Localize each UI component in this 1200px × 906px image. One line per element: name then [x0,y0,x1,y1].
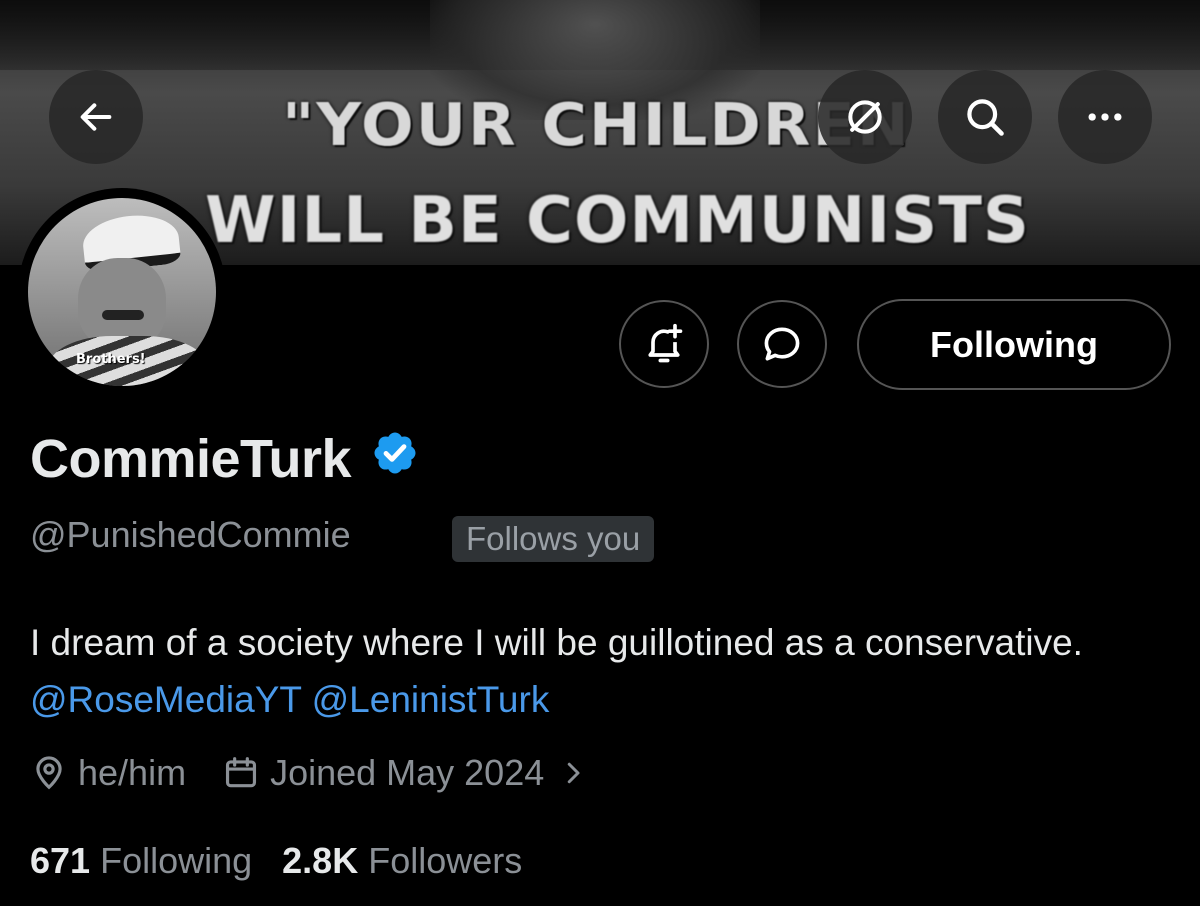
bio-text: I dream of a society where I will be gui… [30,622,1083,663]
banner-text-line2: WILL BE COMMUNISTS [205,184,1030,258]
profile-meta: he/him Joined May 2024 [30,752,624,794]
grok-icon [848,100,882,134]
following-label: Following [100,840,253,881]
chevron-right-icon [568,762,580,784]
avatar-image: Brothers! [28,198,216,386]
message-button[interactable] [737,300,827,388]
handle: @PunishedCommie [30,514,351,555]
bio-mention-rosemediayt[interactable]: @RoseMediaYT [30,679,301,720]
pronouns-item: he/him [30,752,186,794]
bio: I dream of a society where I will be gui… [30,614,1170,728]
bio-mention-leninistturk[interactable]: @LeninistTurk [312,679,550,720]
avatar-caption: Brothers! [76,352,146,367]
avatar-mustache [102,310,144,320]
pronouns: he/him [78,752,187,793]
avatar-face [78,258,166,348]
grok-button[interactable] [818,70,912,164]
calendar-icon [226,757,257,788]
chat-bubble-icon [764,327,800,361]
search-button[interactable] [938,70,1032,164]
display-name: CommieTurk [30,429,352,489]
search-icon [967,99,1004,136]
bell-plus-icon [648,323,683,363]
follow-counts: 671 Following 2.8K Followers [30,840,552,882]
joined-item[interactable]: Joined May 2024 [222,752,588,794]
verified-badge-icon[interactable] [371,428,419,490]
follows-you-badge: Follows you [452,516,655,562]
following-count: 671 [30,840,91,881]
banner-text-line1: "YOUR CHILDREN [282,89,911,160]
arrow-left-icon [80,103,112,131]
following-button[interactable]: Following [857,299,1171,390]
more-icon [1088,113,1122,121]
notify-button[interactable] [619,300,709,388]
followers-count: 2.8K [282,840,359,881]
back-button[interactable] [49,70,143,164]
more-button[interactable] [1058,70,1152,164]
avatar[interactable]: Brothers! [18,188,226,396]
following-count-link[interactable]: 671 Following [30,840,252,882]
location-pin-icon [36,756,62,790]
display-name-row: CommieTurk [30,428,419,490]
followers-label: Followers [368,840,523,881]
joined-date: Joined May 2024 [270,752,545,793]
followers-count-link[interactable]: 2.8K Followers [282,840,522,882]
